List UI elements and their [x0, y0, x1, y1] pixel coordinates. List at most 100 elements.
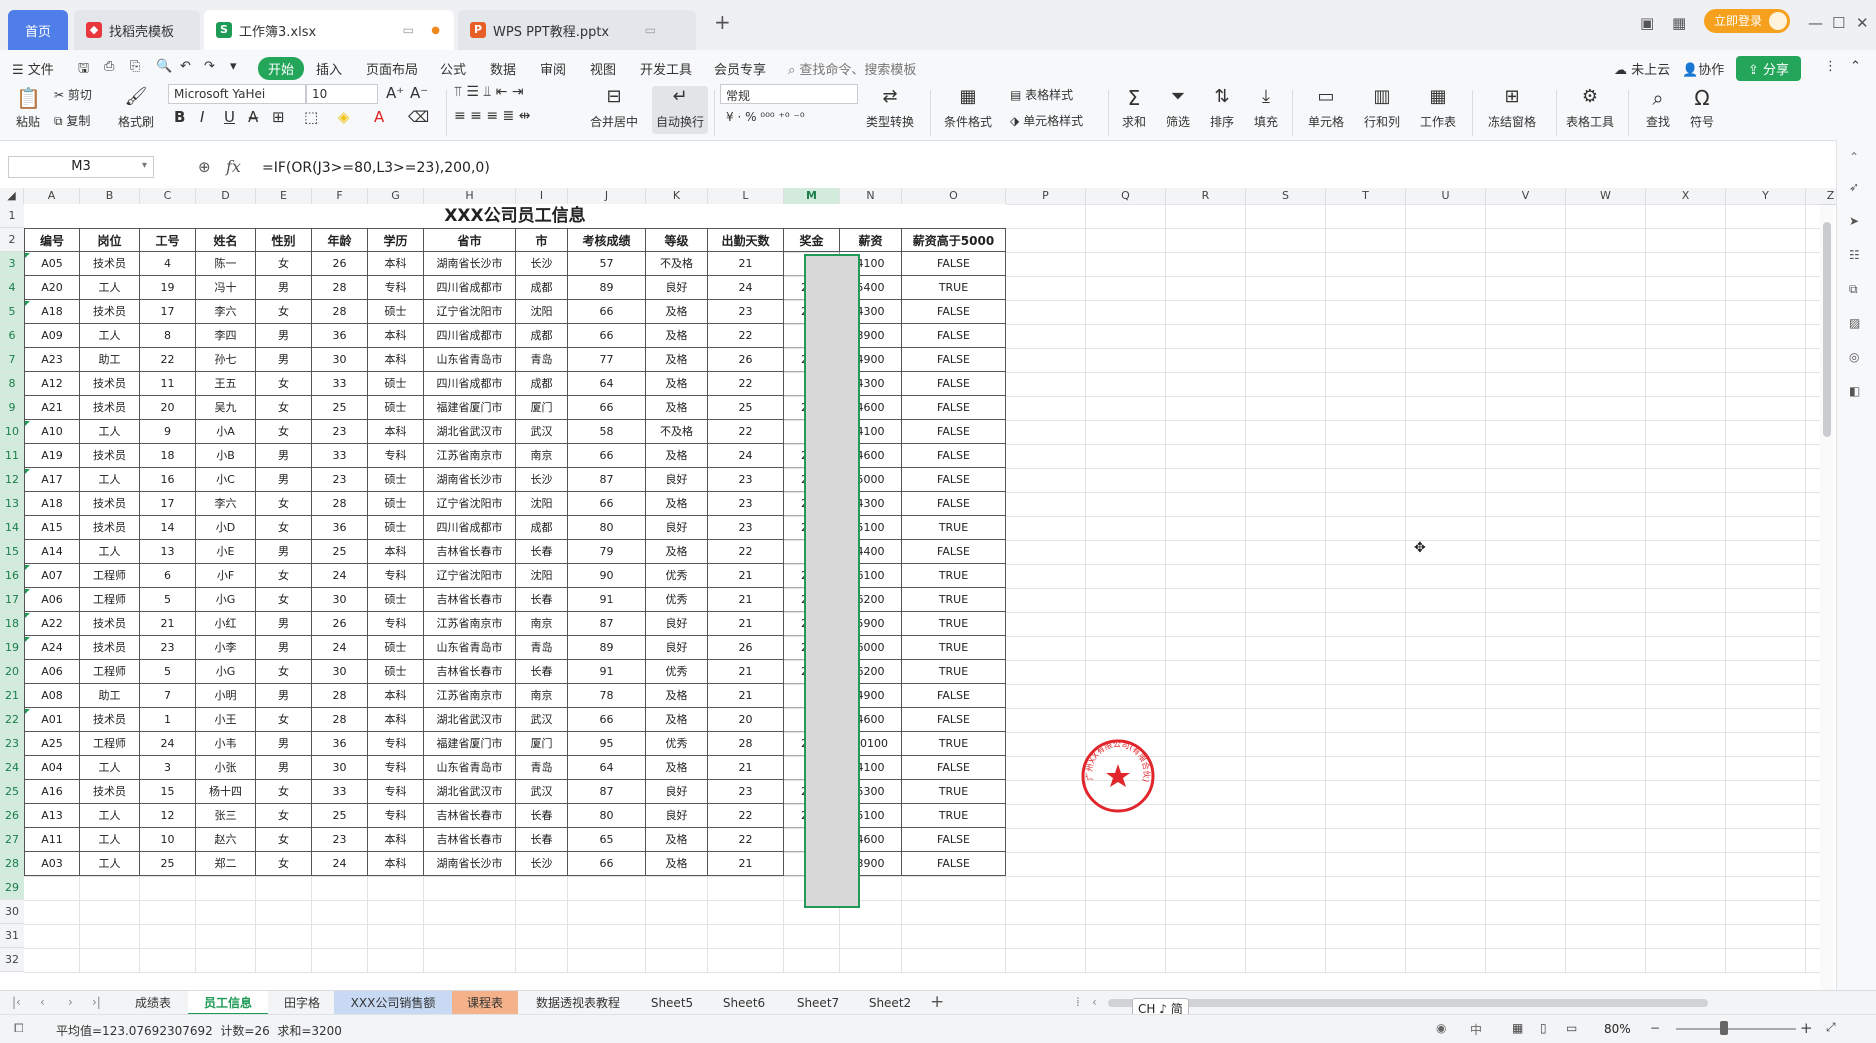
- table-cell[interactable]: A15: [24, 516, 80, 540]
- row-header-6[interactable]: 6: [0, 324, 24, 348]
- collapse-ribbon-icon[interactable]: ⌃: [1850, 59, 1861, 74]
- table-cell[interactable]: 工人: [80, 276, 140, 300]
- table-cell[interactable]: 78: [568, 684, 646, 708]
- table-header-cell[interactable]: 姓名: [196, 228, 256, 252]
- table-cell[interactable]: A22: [24, 612, 80, 636]
- row-header-18[interactable]: 18: [0, 612, 24, 636]
- error-indicator-icon[interactable]: [25, 469, 30, 474]
- row-header-10[interactable]: 10: [0, 420, 24, 444]
- table-cell[interactable]: 四川省成都市: [424, 372, 516, 396]
- sheet-tab-scores[interactable]: 成绩表: [118, 991, 188, 1015]
- table-cell[interactable]: 28: [312, 708, 368, 732]
- sheet-tab-employees[interactable]: 员工信息: [188, 991, 268, 1015]
- table-cell[interactable]: 硕士: [368, 372, 424, 396]
- zoom-out-icon[interactable]: −: [1650, 1021, 1660, 1035]
- table-cell[interactable]: 青岛: [516, 348, 568, 372]
- table-cell[interactable]: 66: [568, 492, 646, 516]
- row-header-8[interactable]: 8: [0, 372, 24, 396]
- table-cell[interactable]: 21: [708, 852, 784, 876]
- table-cell[interactable]: 女: [256, 804, 312, 828]
- table-cell[interactable]: 良好: [646, 612, 708, 636]
- cursor-icon[interactable]: ➤: [1849, 214, 1859, 228]
- table-cell[interactable]: 及格: [646, 372, 708, 396]
- table-cell[interactable]: 及格: [646, 684, 708, 708]
- table-cell[interactable]: 24: [312, 564, 368, 588]
- table-cell[interactable]: 张三: [196, 804, 256, 828]
- table-cell[interactable]: 工程师: [80, 588, 140, 612]
- copy-panel-icon[interactable]: ⧉: [1849, 282, 1858, 297]
- table-cell[interactable]: 66: [568, 852, 646, 876]
- row-header-12[interactable]: 12: [0, 468, 24, 492]
- table-cell[interactable]: 优秀: [646, 660, 708, 684]
- table-cell[interactable]: 23: [708, 492, 784, 516]
- table-cell[interactable]: 李六: [196, 300, 256, 324]
- table-cell[interactable]: 小D: [196, 516, 256, 540]
- table-cell[interactable]: 21: [708, 588, 784, 612]
- row-header-21[interactable]: 21: [0, 684, 24, 708]
- table-cell[interactable]: 男: [256, 468, 312, 492]
- table-cell[interactable]: 30: [312, 756, 368, 780]
- table-cell[interactable]: 吉林省长春市: [424, 660, 516, 684]
- table-cell[interactable]: 成都: [516, 324, 568, 348]
- table-cell[interactable]: 小韦: [196, 732, 256, 756]
- table-cell[interactable]: 南京: [516, 612, 568, 636]
- table-cell[interactable]: 技术员: [80, 612, 140, 636]
- table-cell[interactable]: 硕士: [368, 636, 424, 660]
- table-cell[interactable]: 男: [256, 612, 312, 636]
- table-cell[interactable]: A12: [24, 372, 80, 396]
- table-cell[interactable]: 福建省厦门市: [424, 732, 516, 756]
- table-cell[interactable]: 湖北省武汉市: [424, 780, 516, 804]
- table-cell[interactable]: 男: [256, 684, 312, 708]
- table-cell[interactable]: FALSE: [902, 684, 1006, 708]
- table-cell[interactable]: FALSE: [902, 468, 1006, 492]
- table-cell[interactable]: 77: [568, 348, 646, 372]
- table-cell[interactable]: 23: [312, 828, 368, 852]
- table-cell[interactable]: A09: [24, 324, 80, 348]
- table-cell[interactable]: 成都: [516, 516, 568, 540]
- table-cell[interactable]: FALSE: [902, 396, 1006, 420]
- sheet-tab-sales[interactable]: XXX公司销售额: [334, 991, 452, 1015]
- row-header-17[interactable]: 17: [0, 588, 24, 612]
- table-cell[interactable]: A13: [24, 804, 80, 828]
- table-cell[interactable]: 22: [708, 372, 784, 396]
- table-cell[interactable]: 女: [256, 564, 312, 588]
- table-cell[interactable]: 工人: [80, 828, 140, 852]
- table-cell[interactable]: 14: [140, 516, 196, 540]
- table-cell[interactable]: 33: [312, 780, 368, 804]
- table-cell[interactable]: 四川省成都市: [424, 324, 516, 348]
- row-header-11[interactable]: 11: [0, 444, 24, 468]
- table-cell[interactable]: 7: [140, 684, 196, 708]
- table-cell[interactable]: 87: [568, 780, 646, 804]
- table-cell[interactable]: 66: [568, 324, 646, 348]
- table-cell[interactable]: 湖南省长沙市: [424, 468, 516, 492]
- table-cell[interactable]: 28: [312, 300, 368, 324]
- table-cell[interactable]: 工人: [80, 324, 140, 348]
- table-cell[interactable]: 女: [256, 396, 312, 420]
- table-cell[interactable]: 沈阳: [516, 300, 568, 324]
- table-cell[interactable]: 工程师: [80, 732, 140, 756]
- table-cell[interactable]: 女: [256, 660, 312, 684]
- table-cell[interactable]: 本科: [368, 348, 424, 372]
- table-cell[interactable]: 21: [708, 660, 784, 684]
- sheet-tab-pivot[interactable]: 数据透视表教程: [520, 991, 636, 1015]
- table-cell[interactable]: 80: [568, 516, 646, 540]
- table-cell[interactable]: 成都: [516, 276, 568, 300]
- horizontal-scrollbar-thumb[interactable]: [1108, 999, 1708, 1007]
- table-cell[interactable]: 山东省青岛市: [424, 348, 516, 372]
- macro-icon[interactable]: ⧠: [14, 1021, 24, 1036]
- row-header-23[interactable]: 23: [0, 732, 24, 756]
- table-cell[interactable]: 专科: [368, 780, 424, 804]
- row-header-32[interactable]: 32: [0, 948, 24, 972]
- table-cell[interactable]: 及格: [646, 324, 708, 348]
- hscroll-left-icon[interactable]: ‹: [1092, 995, 1097, 1009]
- table-cell[interactable]: 17: [140, 300, 196, 324]
- table-cell[interactable]: 6: [140, 564, 196, 588]
- table-cell[interactable]: 男: [256, 732, 312, 756]
- table-cell[interactable]: FALSE: [902, 540, 1006, 564]
- table-cell[interactable]: 22: [140, 348, 196, 372]
- table-cell[interactable]: 30: [312, 588, 368, 612]
- table-cell[interactable]: FALSE: [902, 300, 1006, 324]
- close-icon[interactable]: ✕: [1856, 14, 1869, 32]
- table-cell[interactable]: 青岛: [516, 636, 568, 660]
- table-cell[interactable]: 武汉: [516, 780, 568, 804]
